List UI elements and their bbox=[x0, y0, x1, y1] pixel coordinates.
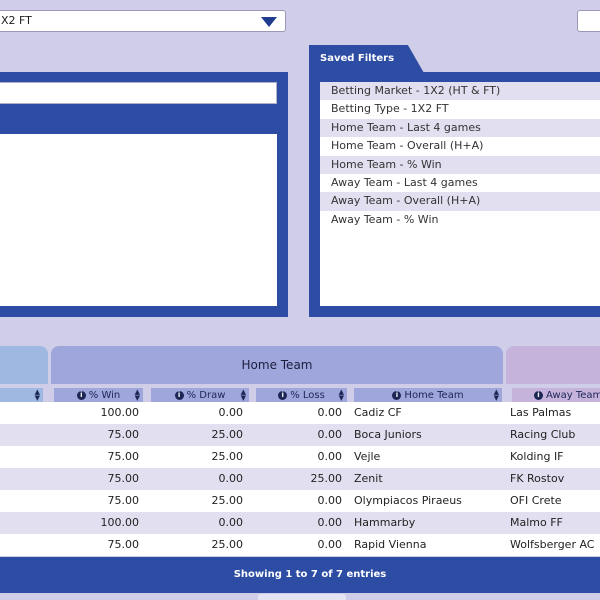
saved-filter-item[interactable]: Betting Market - 1X2 (HT & FT) bbox=[320, 82, 600, 101]
away-team-cell: Las Palmas bbox=[510, 406, 572, 419]
away-team-cell: Malmo FF bbox=[510, 516, 563, 529]
top-right-input[interactable] bbox=[577, 10, 600, 32]
table-row[interactable]: 75.00 25.00 0.00 Boca Juniors Racing Club bbox=[0, 424, 600, 446]
home-team-cell: Boca Juniors bbox=[354, 428, 422, 441]
draw-cell: 0.00 bbox=[218, 406, 244, 419]
home-team-cell: Zenit bbox=[354, 472, 383, 485]
draw-cell: 25.00 bbox=[211, 428, 244, 441]
saved-filters-tab[interactable]: Saved Filters bbox=[309, 45, 424, 73]
column-header-home-team-label: Home Team bbox=[404, 390, 464, 401]
column-header-win-label: % Win bbox=[88, 390, 121, 401]
group-header-away-team bbox=[506, 346, 600, 384]
loss-cell: 0.00 bbox=[317, 494, 343, 507]
win-cell: 100.00 bbox=[100, 406, 140, 419]
draw-cell: 25.00 bbox=[211, 450, 244, 463]
loss-cell: 0.00 bbox=[317, 406, 343, 419]
home-team-cell: Hammarby bbox=[354, 516, 416, 529]
pagination-stub[interactable] bbox=[258, 594, 346, 600]
table-row[interactable]: 75.00 25.00 0.00 Rapid Vienna Wolfsberger AC bbox=[0, 534, 600, 556]
win-cell: 75.00 bbox=[107, 450, 140, 463]
table-footer: Showing 1 to 7 of 7 entries bbox=[0, 557, 600, 593]
column-header-away-team-label: Away Team bbox=[546, 390, 600, 401]
sort-icon[interactable]: ▲ ▼ bbox=[494, 389, 499, 402]
saved-filter-item[interactable]: Home Team - Last 4 games bbox=[320, 118, 600, 138]
away-team-cell: Racing Club bbox=[510, 428, 576, 441]
table-row[interactable]: 75.00 0.00 25.00 Zenit FK Rostov bbox=[0, 468, 600, 490]
draw-cell: 0.00 bbox=[218, 472, 244, 485]
sort-icon[interactable]: ▲ ▼ bbox=[241, 389, 246, 402]
saved-filter-item[interactable]: Home Team - % Win bbox=[320, 155, 600, 174]
column-header-draw-label: % Draw bbox=[186, 390, 226, 401]
info-icon: i bbox=[392, 390, 402, 400]
saved-filter-item[interactable]: Away Team - Overall (H+A) bbox=[320, 192, 600, 211]
info-icon: i bbox=[76, 390, 86, 400]
draw-cell: 25.00 bbox=[211, 538, 244, 551]
away-team-cell: Wolfsberger AC bbox=[510, 538, 595, 551]
column-header-win[interactable]: i% Win ▲ ▼ bbox=[54, 388, 143, 403]
filter-options-list[interactable] bbox=[0, 134, 277, 306]
column-header-prev[interactable]: ▲ ▼ bbox=[0, 388, 43, 403]
group-header-home-team: Home Team bbox=[51, 346, 503, 384]
loss-cell: 0.00 bbox=[317, 538, 343, 551]
saved-filter-item[interactable]: Betting Type - 1X2 FT bbox=[320, 100, 600, 119]
sort-icon[interactable]: ▲ ▼ bbox=[339, 389, 344, 402]
draw-cell: 0.00 bbox=[218, 516, 244, 529]
column-header-draw[interactable]: i% Draw ▲ ▼ bbox=[151, 388, 249, 403]
entries-info: Showing 1 to 7 of 7 entries bbox=[233, 569, 387, 580]
results-table-body: 100.00 0.00 0.00 Cadiz CF Las Palmas 75.00 25.… bbox=[0, 402, 600, 556]
loss-cell: 0.00 bbox=[317, 450, 343, 463]
table-row[interactable]: 75.00 25.00 0.00 Vejle Kolding IF bbox=[0, 446, 600, 468]
column-header-away-team[interactable]: i Away Team bbox=[512, 388, 600, 403]
info-icon: i bbox=[174, 390, 184, 400]
loss-cell: 0.00 bbox=[317, 428, 343, 441]
home-team-cell: Rapid Vienna bbox=[354, 538, 427, 551]
draw-cell: 25.00 bbox=[211, 494, 244, 507]
away-team-cell: OFI Crete bbox=[510, 494, 562, 507]
sort-icon[interactable]: ▲ ▼ bbox=[135, 389, 140, 402]
betting-type-select-value: X2 FT bbox=[1, 14, 32, 27]
table-row[interactable]: 75.00 25.00 0.00 Olympiacos Piraeus OFI Cret… bbox=[0, 490, 600, 512]
table-row[interactable]: 100.00 0.00 0.00 Hammarby Malmo FF bbox=[0, 512, 600, 534]
info-icon: i bbox=[534, 390, 543, 400]
win-cell: 75.00 bbox=[107, 494, 140, 507]
away-team-cell: FK Rostov bbox=[510, 472, 565, 485]
win-cell: 75.00 bbox=[107, 472, 140, 485]
table-row[interactable]: 100.00 0.00 0.00 Cadiz CF Las Palmas bbox=[0, 402, 600, 424]
dropdown-arrow-icon[interactable] bbox=[261, 17, 277, 27]
saved-filter-item[interactable]: Away Team - % Win bbox=[320, 210, 600, 230]
column-header-loss[interactable]: i% Loss ▲ ▼ bbox=[256, 388, 347, 403]
loss-cell: 25.00 bbox=[310, 472, 343, 485]
loss-cell: 0.00 bbox=[317, 516, 343, 529]
column-header-home-team[interactable]: i Home Team ▲ ▼ bbox=[354, 388, 502, 403]
sort-icon[interactable]: ▲ ▼ bbox=[35, 389, 40, 402]
filter-name-input[interactable] bbox=[0, 82, 277, 104]
home-team-cell: Olympiacos Piraeus bbox=[354, 494, 462, 507]
saved-filter-item[interactable]: Home Team - Overall (H+A) bbox=[320, 137, 600, 156]
win-cell: 100.00 bbox=[100, 516, 140, 529]
betting-type-select[interactable]: X2 FT bbox=[0, 10, 286, 32]
home-team-cell: Vejle bbox=[354, 450, 381, 463]
home-team-cell: Cadiz CF bbox=[354, 406, 402, 419]
win-cell: 75.00 bbox=[107, 428, 140, 441]
saved-filters-list[interactable]: Betting Market - 1X2 (HT & FT) Betting Ty… bbox=[320, 82, 600, 306]
away-team-cell: Kolding IF bbox=[510, 450, 564, 463]
win-cell: 75.00 bbox=[107, 538, 140, 551]
saved-filter-item[interactable]: Away Team - Last 4 games bbox=[320, 173, 600, 193]
info-icon: i bbox=[278, 390, 288, 400]
column-header-loss-label: % Loss bbox=[290, 390, 325, 401]
group-header-left bbox=[0, 346, 48, 384]
